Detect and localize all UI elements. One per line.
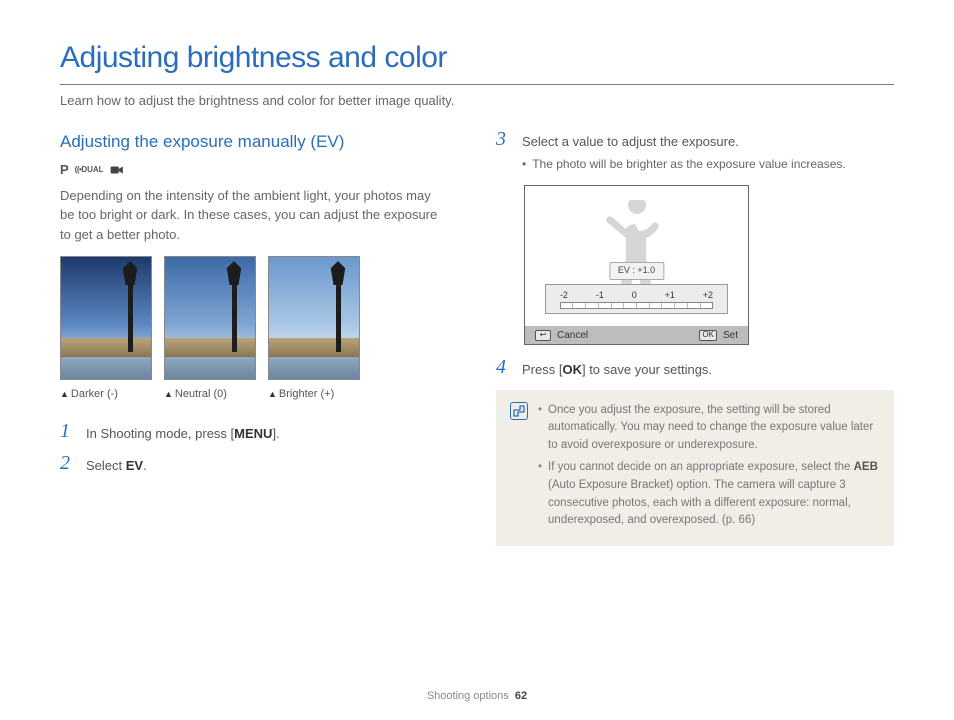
sample-darker bbox=[60, 256, 152, 380]
sample-images bbox=[60, 256, 458, 380]
mode-dual-icon: ((•DUAL bbox=[75, 163, 104, 177]
caption-row: ▲Darker (-) ▲Neutral (0) ▲Brighter (+) bbox=[60, 386, 458, 403]
note-box: •Once you adjust the exposure, the setti… bbox=[496, 390, 894, 547]
section-intro: Depending on the intensity of the ambien… bbox=[60, 186, 440, 245]
mode-p: P bbox=[60, 160, 69, 180]
step-number: 2 bbox=[60, 453, 74, 473]
caption-neutral: ▲Neutral (0) bbox=[164, 386, 256, 403]
step-body: In Shooting mode, press [MENU]. bbox=[86, 421, 458, 444]
ok-button-label: OK bbox=[562, 362, 582, 377]
step-1: 1 In Shooting mode, press [MENU]. bbox=[60, 421, 458, 444]
section-title: Adjusting the exposure manually (EV) bbox=[60, 129, 458, 155]
step-body: Select EV. bbox=[86, 453, 458, 476]
right-column: 3 Select a value to adjust the exposure.… bbox=[496, 129, 894, 547]
page-title: Adjusting brightness and color bbox=[60, 35, 894, 85]
step-2: 2 Select EV. bbox=[60, 453, 458, 476]
ev-label: EV bbox=[126, 458, 143, 473]
mode-tags: P ((•DUAL bbox=[60, 160, 458, 180]
step-body: Press [OK] to save your settings. bbox=[522, 357, 894, 380]
back-icon: ↩ bbox=[535, 330, 551, 341]
note-icon bbox=[510, 402, 528, 420]
step-3-sub: •The photo will be brighter as the expos… bbox=[522, 155, 894, 173]
content-columns: Adjusting the exposure manually (EV) P (… bbox=[60, 129, 894, 547]
screen-footer: ↩ Cancel OK Set bbox=[525, 326, 748, 344]
note-item: •Once you adjust the exposure, the setti… bbox=[538, 402, 880, 455]
step-3: 3 Select a value to adjust the exposure.… bbox=[496, 129, 894, 174]
sample-neutral bbox=[164, 256, 256, 380]
caption-brighter: ▲Brighter (+) bbox=[268, 386, 360, 403]
step-body: Select a value to adjust the exposure. •… bbox=[522, 129, 894, 174]
step-number: 4 bbox=[496, 357, 510, 377]
ev-value-badge: EV : +1.0 bbox=[609, 262, 664, 280]
ev-scale: -2 -1 0 +1 +2 bbox=[545, 284, 728, 314]
sample-brighter bbox=[268, 256, 360, 380]
page-footer: Shooting options 62 bbox=[0, 688, 954, 705]
note-item: • If you cannot decide on an appropriate… bbox=[538, 459, 880, 530]
page-subtitle: Learn how to adjust the brightness and c… bbox=[60, 91, 894, 111]
set-label: Set bbox=[723, 328, 738, 343]
aeb-label: AEB bbox=[854, 461, 878, 473]
step-4: 4 Press [OK] to save your settings. bbox=[496, 357, 894, 380]
ev-screen: EV : +1.0 -2 -1 0 +1 +2 ↩ Cancel bbox=[524, 185, 749, 345]
footer-section: Shooting options bbox=[427, 690, 509, 702]
left-column: Adjusting the exposure manually (EV) P (… bbox=[60, 129, 458, 547]
step-number: 3 bbox=[496, 129, 510, 149]
caption-darker: ▲Darker (-) bbox=[60, 386, 152, 403]
step-number: 1 bbox=[60, 421, 74, 441]
ok-icon: OK bbox=[699, 330, 717, 341]
video-icon bbox=[110, 162, 124, 179]
footer-page: 62 bbox=[515, 690, 527, 702]
menu-button-label: MENU bbox=[234, 426, 272, 441]
cancel-label: Cancel bbox=[557, 328, 588, 343]
